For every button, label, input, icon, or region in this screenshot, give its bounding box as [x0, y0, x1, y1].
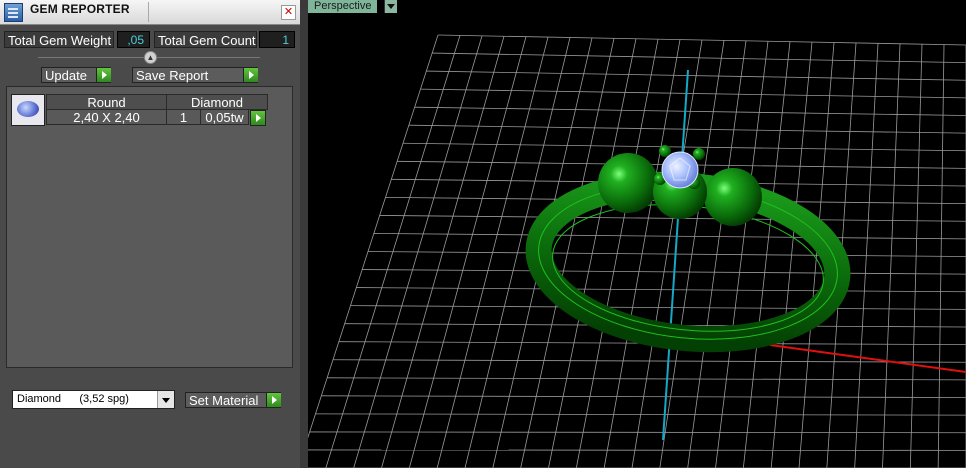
viewport-scene: [308, 34, 966, 468]
gem-list: Round Diamond 2,40 X 2,40 1 0,05tw: [6, 86, 293, 368]
total-gem-count-value: 1: [259, 31, 295, 48]
gem-reporter-app-icon: [4, 3, 23, 22]
gem-reporter-panel: GEM REPORTER ✕ Total Gem Weight ,05 Tota…: [0, 0, 300, 468]
diamond-thumbnail-icon[interactable]: [11, 94, 45, 126]
panel-title: GEM REPORTER: [30, 2, 130, 16]
gem-weight-cell: 0,05tw: [200, 109, 249, 125]
play-arrow-icon[interactable]: [96, 68, 111, 82]
gem-size-cell: 2,40 X 2,40: [46, 109, 167, 125]
save-report-button-label: Save Report: [136, 68, 209, 83]
total-gem-weight-label: Total Gem Weight: [4, 31, 114, 48]
material-dropdown-value: Diamond (3,52 spg): [17, 393, 129, 405]
perspective-grid: [308, 34, 966, 468]
material-column-header: Diamond: [166, 94, 268, 110]
material-dropdown[interactable]: Diamond (3,52 spg): [12, 390, 175, 409]
save-report-button[interactable]: Save Report: [132, 67, 258, 83]
set-material-button-label: Set Material: [189, 393, 259, 408]
shape-column-header: Round: [46, 94, 167, 110]
x-axis-line: [769, 344, 966, 373]
collapse-toggle-icon[interactable]: ▲: [144, 51, 157, 64]
total-gem-weight-value: ,05: [117, 31, 150, 48]
grid-line: [309, 431, 966, 434]
update-button[interactable]: Update: [41, 67, 111, 83]
gem-count-cell: 1: [166, 109, 201, 125]
title-separator: [148, 2, 149, 22]
3d-viewport[interactable]: Perspective: [308, 0, 966, 468]
total-gem-count-label: Total Gem Count: [154, 31, 257, 48]
update-button-label: Update: [45, 68, 87, 83]
panel-splitter[interactable]: [300, 0, 308, 468]
set-material-button[interactable]: Set Material: [185, 392, 281, 408]
play-arrow-icon[interactable]: [243, 68, 258, 82]
chevron-down-icon[interactable]: [157, 391, 174, 408]
view-mode-label[interactable]: Perspective: [308, 0, 378, 13]
panel-titlebar[interactable]: GEM REPORTER ✕: [0, 0, 300, 25]
play-arrow-icon[interactable]: [250, 110, 266, 126]
play-arrow-icon[interactable]: [266, 393, 281, 407]
chevron-down-icon[interactable]: [384, 0, 397, 13]
close-icon[interactable]: ✕: [281, 5, 296, 20]
